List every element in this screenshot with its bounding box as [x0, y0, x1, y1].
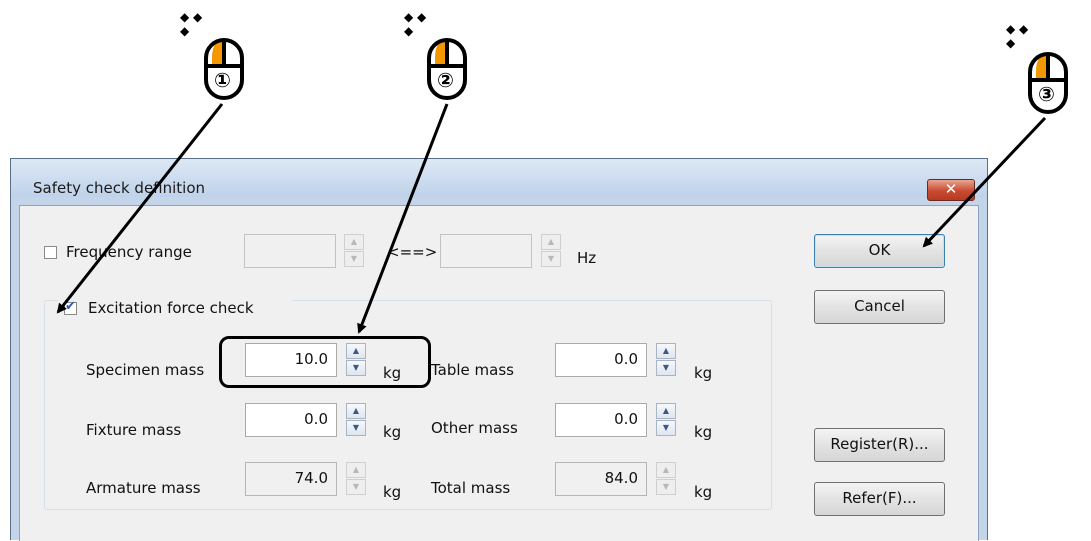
callout-number-3: ③: [1038, 82, 1055, 106]
arrow-2: [357, 103, 449, 334]
callout-arrows: [56, 103, 1047, 334]
sparkle-3: ◆ ◆ ◆: [1006, 22, 1029, 50]
sparkle-2: ◆ ◆ ◆: [404, 10, 427, 38]
mouse-left-click-icon: ③: [1024, 50, 1072, 114]
callout-number-2: ②: [437, 68, 454, 92]
arrow-3: [922, 116, 1047, 248]
callout-number-1: ①: [214, 68, 231, 92]
arrow-1: [56, 103, 224, 314]
mouse-left-click-icon: ②: [423, 36, 471, 100]
mouse-left-click-icon: ①: [200, 36, 248, 100]
sparkle-1: ◆ ◆ ◆: [180, 10, 203, 38]
